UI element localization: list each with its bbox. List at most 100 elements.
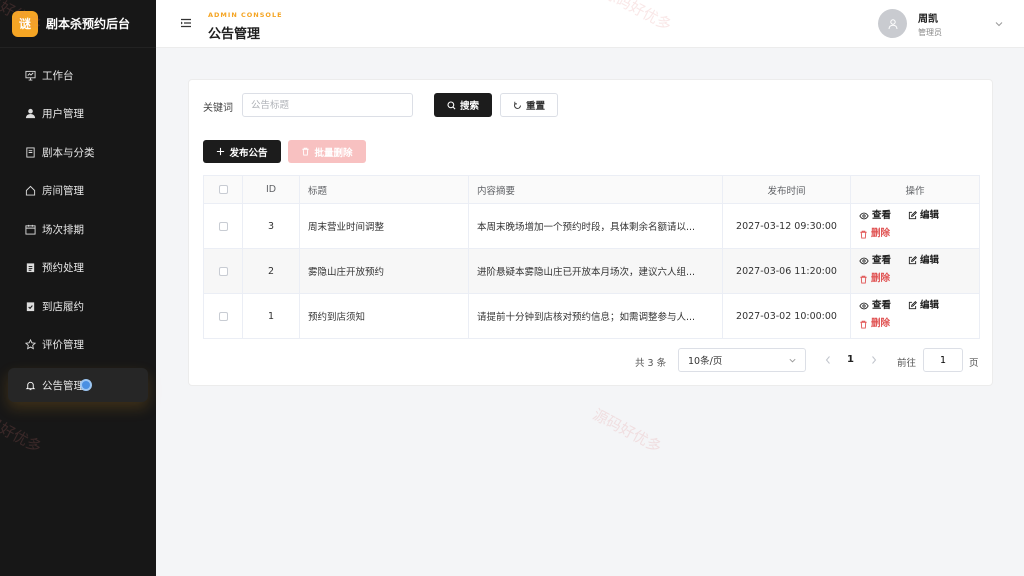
select-all-cell <box>203 175 243 204</box>
row-checkbox[interactable] <box>218 311 228 321</box>
edit-button[interactable]: 编辑 <box>908 253 939 269</box>
column-header-title: 标题 <box>299 175 469 204</box>
row-checkbox[interactable] <box>218 221 228 231</box>
avatar[interactable] <box>878 9 907 38</box>
next-page-button[interactable] <box>870 354 880 366</box>
column-header-time: 发布时间 <box>722 175 851 204</box>
sidebar-item-schedule[interactable]: 场次排期 <box>0 210 156 249</box>
sidebar-item-label: 用户管理 <box>42 108 84 121</box>
sidebar-item-label: 到店履约 <box>42 300 84 313</box>
page-size-value: 10条/页 <box>688 356 723 367</box>
header-subtitle: ADMIN CONSOLE <box>208 11 283 19</box>
table-row: 3 周末营业时间调整 本周末晚场增加一个预约时段，具体剩余名额请以... 202… <box>203 203 980 249</box>
search-icon <box>447 100 456 110</box>
view-button[interactable]: 查看 <box>859 208 891 224</box>
sidebar-item-rooms[interactable]: 房间管理 <box>0 172 156 211</box>
sidebar-item-reviews[interactable]: 评价管理 <box>0 326 156 365</box>
sidebar-item-users[interactable]: 用户管理 <box>0 95 156 134</box>
row-checkbox[interactable] <box>218 266 228 276</box>
delete-button[interactable]: 删除 <box>859 316 890 332</box>
view-button[interactable]: 查看 <box>859 253 891 269</box>
table-header-row: ID 标题 内容摘要 发布时间 操作 <box>203 175 980 204</box>
delete-label: 删除 <box>871 273 891 284</box>
column-header-id: ID <box>242 175 300 204</box>
brand-title: 剧本杀预约后台 <box>46 17 131 31</box>
sidebar-item-scripts[interactable]: 剧本与分类 <box>0 133 156 172</box>
sidebar-item-label: 场次排期 <box>42 223 84 236</box>
page-title: 公告管理 <box>208 27 261 42</box>
search-button-label: 搜索 <box>459 101 479 112</box>
eye-icon <box>859 212 869 220</box>
chevron-left-icon <box>825 356 830 364</box>
publish-button-label: 发布公告 <box>229 147 268 159</box>
sidebar: 谜 剧本杀预约后台 工作台 用户管理 剧本与分类 房间管理 场次排期 预约处理 <box>0 0 156 576</box>
user-icon <box>24 108 36 120</box>
cell-title: 预约到店须知 <box>299 293 469 339</box>
check-clipboard-icon <box>24 300 36 312</box>
clipboard-icon <box>24 262 36 274</box>
row-select-cell <box>203 293 243 339</box>
keyword-input[interactable] <box>242 93 413 117</box>
batch-delete-label: 批量删除 <box>314 147 353 159</box>
top-header: ADMIN CONSOLE 公告管理 周凯 管理员 <box>156 0 1024 48</box>
cell-summary: 进阶悬疑本雾隐山庄已开放本月场次，建议六人组... <box>468 248 723 294</box>
edit-icon <box>908 211 918 220</box>
monitor-icon <box>24 69 36 81</box>
cell-summary: 本周末晚场增加一个预约时段，具体剩余名额请以... <box>468 203 723 249</box>
publish-announcement-button[interactable]: 发布公告 <box>203 140 281 163</box>
user-avatar-icon <box>888 18 897 29</box>
edit-icon <box>908 256 918 265</box>
keyword-label: 关键词 <box>203 103 233 114</box>
cell-title: 周末营业时间调整 <box>299 203 469 249</box>
row-select-cell <box>203 248 243 294</box>
cell-actions: 查看 编辑 删除 <box>850 203 980 249</box>
cell-time: 2027-03-06 11:20:00 <box>722 248 851 294</box>
goto-page-input[interactable] <box>923 348 963 372</box>
chevron-down-icon <box>788 356 797 368</box>
page-size-select[interactable]: 10条/页 <box>678 348 806 372</box>
view-button[interactable]: 查看 <box>859 298 891 314</box>
chevron-right-icon <box>872 356 877 364</box>
cell-title: 雾隐山庄开放预约 <box>299 248 469 294</box>
edit-icon <box>908 301 918 310</box>
cell-id: 3 <box>242 203 300 249</box>
page-number-current[interactable]: 1 <box>847 354 854 365</box>
goto-label: 前往 <box>897 358 917 369</box>
house-icon <box>24 185 36 197</box>
sidebar-nav: 工作台 用户管理 剧本与分类 房间管理 场次排期 预约处理 到店履约 评价管理 <box>0 48 156 402</box>
delete-button[interactable]: 删除 <box>859 226 890 242</box>
sidebar-item-announcements[interactable]: 公告管理 <box>8 368 148 402</box>
sidebar-item-bookings[interactable]: 预约处理 <box>0 249 156 288</box>
table-row: 2 雾隐山庄开放预约 进阶悬疑本雾隐山庄已开放本月场次，建议六人组... 202… <box>203 248 980 294</box>
announcement-table: ID 标题 内容摘要 发布时间 操作 3 周末营业时间调整 本周末晚场增加一个预… <box>203 175 980 339</box>
sidebar-item-label: 房间管理 <box>42 185 84 198</box>
reset-button[interactable]: 重置 <box>500 93 558 117</box>
user-name: 周凯 <box>918 14 938 25</box>
user-role: 管理员 <box>918 28 942 37</box>
prev-page-button[interactable] <box>824 354 834 366</box>
sidebar-item-workbench[interactable]: 工作台 <box>0 56 156 95</box>
column-header-summary: 内容摘要 <box>468 175 723 204</box>
calendar-icon <box>24 223 36 235</box>
delete-label: 删除 <box>871 318 891 329</box>
batch-delete-button[interactable]: 批量删除 <box>288 140 366 163</box>
chevron-down-icon[interactable] <box>994 18 1004 28</box>
view-label: 查看 <box>872 210 892 221</box>
trash-icon <box>301 147 310 156</box>
plus-icon <box>216 147 225 156</box>
menu-toggle-icon[interactable] <box>180 17 192 29</box>
column-header-actions: 操作 <box>850 175 980 204</box>
edit-label: 编辑 <box>920 209 940 221</box>
edit-button[interactable]: 编辑 <box>908 298 939 314</box>
reset-button-label: 重置 <box>525 101 545 112</box>
edit-button[interactable]: 编辑 <box>908 208 939 224</box>
search-button[interactable]: 搜索 <box>434 93 492 117</box>
cell-actions: 查看 编辑 删除 <box>850 248 980 294</box>
sidebar-item-label: 公告管理 <box>42 379 84 392</box>
eye-icon <box>859 257 869 265</box>
select-all-checkbox[interactable] <box>218 185 228 194</box>
row-select-cell <box>203 203 243 249</box>
delete-button[interactable]: 删除 <box>859 271 890 287</box>
sidebar-item-checkin[interactable]: 到店履约 <box>0 287 156 326</box>
view-label: 查看 <box>872 255 892 266</box>
